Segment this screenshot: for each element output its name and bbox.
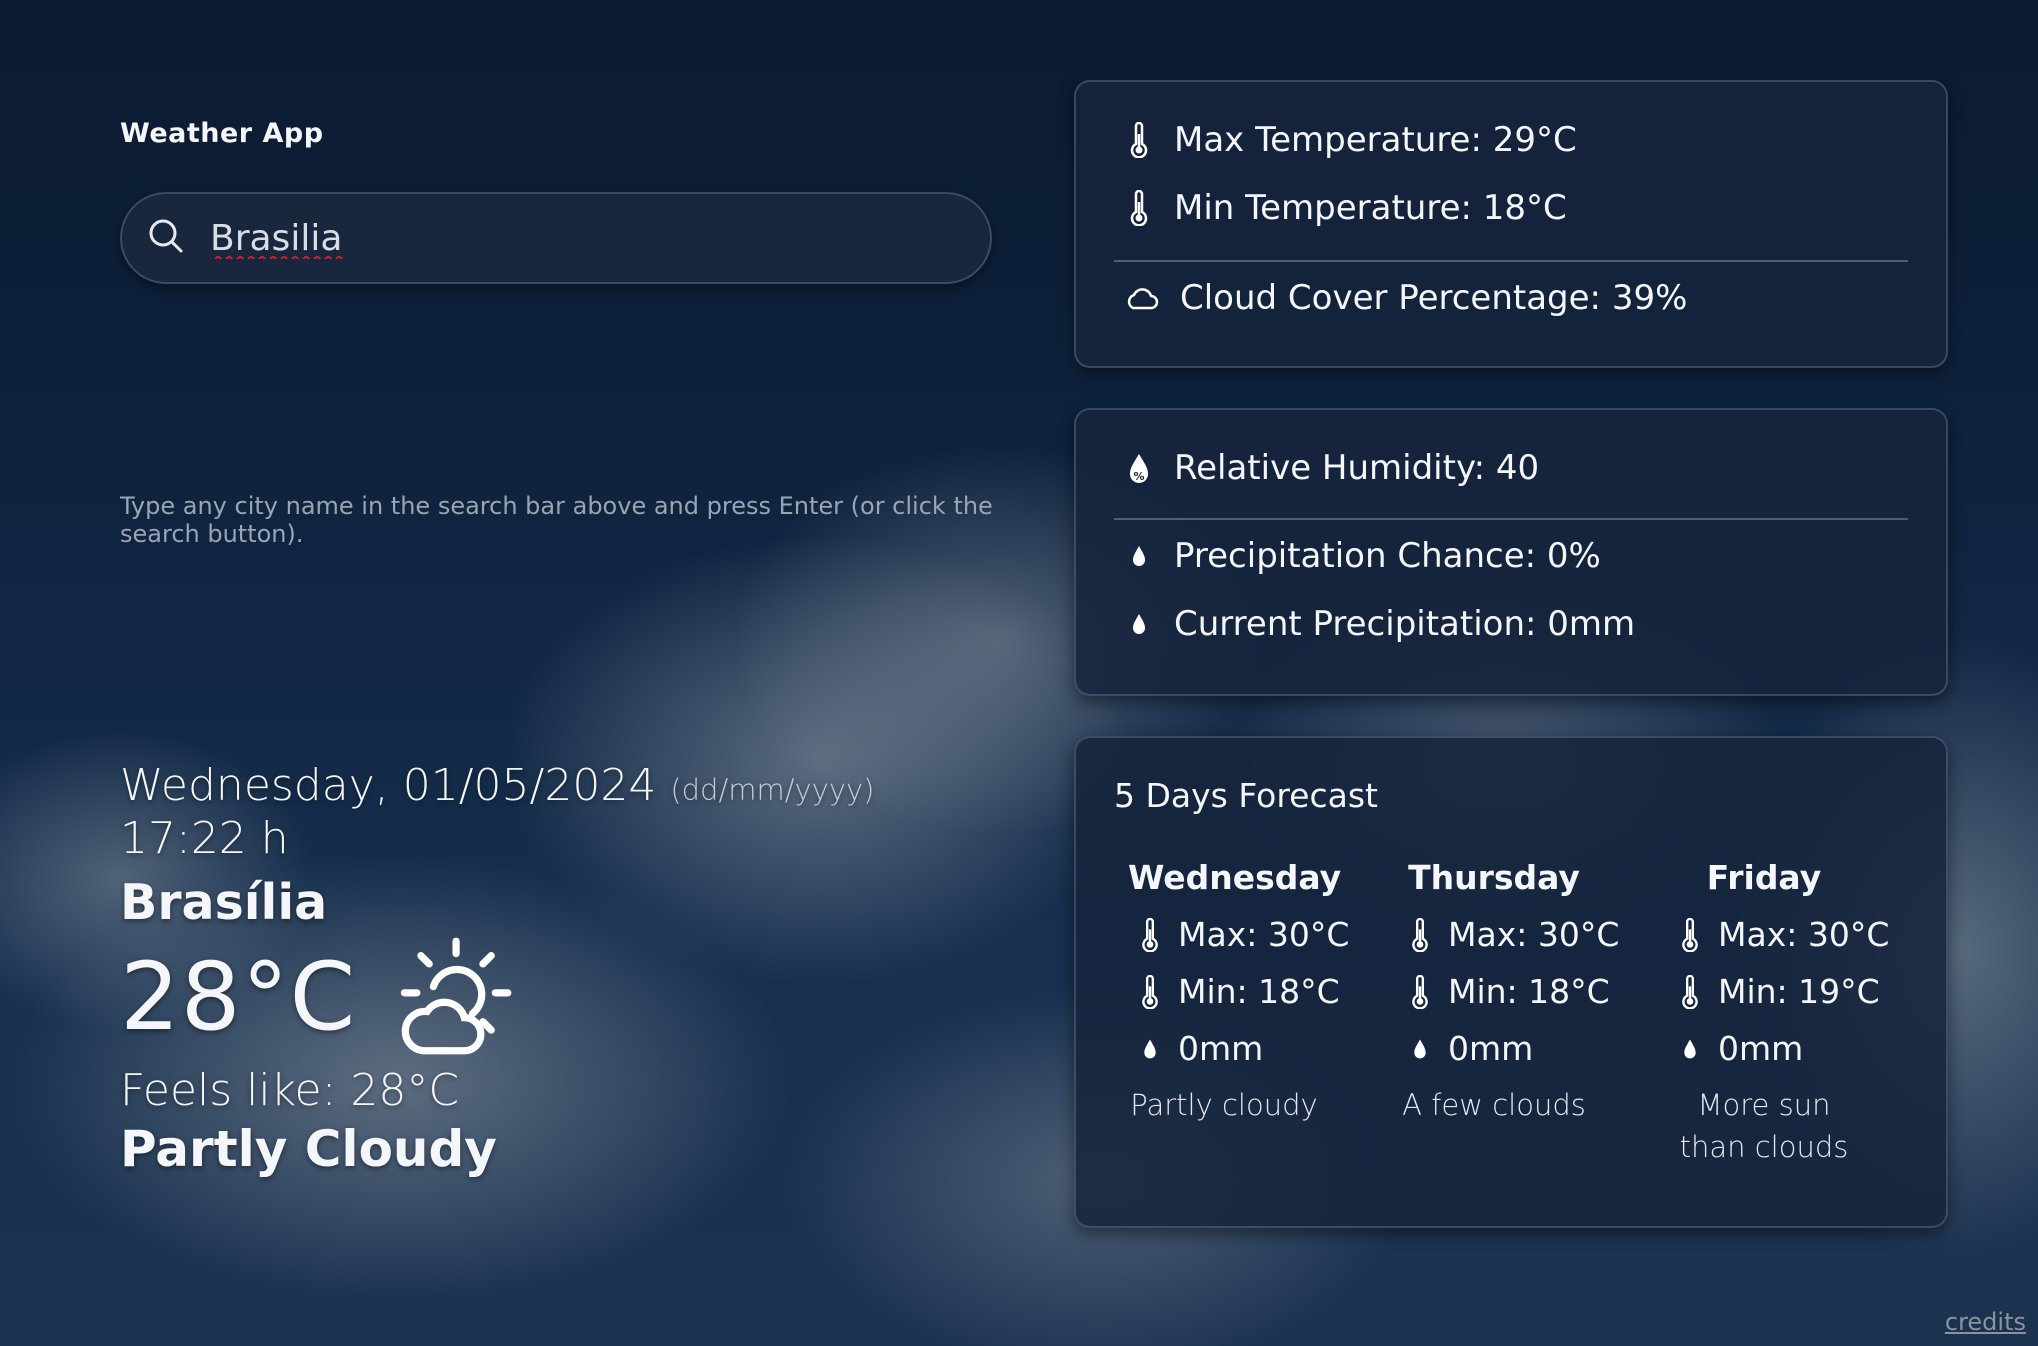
current-precipitation-row: Current Precipitation: 0mm xyxy=(1124,604,1635,644)
feels-like: Feels like: 28°C xyxy=(120,1065,460,1116)
search-icon[interactable] xyxy=(146,216,186,260)
forecast-min: Min: 18°C xyxy=(1448,972,1610,1011)
forecast-max: Max: 30°C xyxy=(1448,915,1620,954)
cloud-icon xyxy=(1127,288,1159,310)
forecast-card: 5 Days Forecast Wednesday Max: 30°C Min:… xyxy=(1074,736,1948,1228)
forecast-min-row: Min: 18°C xyxy=(1138,972,1398,1011)
precipitation-chance-row: Precipitation Chance: 0% xyxy=(1124,536,1601,576)
forecast-min-row: Min: 18°C xyxy=(1408,972,1668,1011)
humidity-icon: % xyxy=(1130,454,1148,483)
forecast-condition: More sun than clouds xyxy=(1679,1088,1849,1164)
forecast-min: Min: 19°C xyxy=(1718,972,1880,1011)
relative-humidity: Relative Humidity: 40 xyxy=(1174,448,1540,488)
precipitation-chance: Precipitation Chance: 0% xyxy=(1174,536,1601,576)
drop-icon xyxy=(1133,546,1145,566)
forecast-day-name: Wednesday xyxy=(1128,858,1342,897)
precipitation-card: % Relative Humidity: 40 Precipitation Ch… xyxy=(1074,408,1948,696)
forecast-precip-row: 0mm xyxy=(1138,1029,1398,1068)
forecast-precip-row: 0mm xyxy=(1678,1029,1938,1068)
drop-icon xyxy=(1144,1039,1156,1058)
divider xyxy=(1114,260,1908,262)
city-name: Brasília xyxy=(120,874,328,931)
forecast-condition: Partly cloudy xyxy=(1130,1088,1318,1122)
forecast-day: Thursday Max: 30°C Min: 18°C 0mm A few c… xyxy=(1398,858,1668,1126)
date-format-hint: (dd/mm/yyyy) xyxy=(670,773,875,807)
weather-description: Partly Cloudy xyxy=(120,1120,497,1178)
cloud-cover-row: Cloud Cover Percentage: 39% xyxy=(1124,278,1687,318)
drop-icon xyxy=(1414,1039,1426,1058)
credits-link[interactable]: credits xyxy=(1945,1308,2026,1336)
forecast-title: 5 Days Forecast xyxy=(1114,776,1378,815)
current-time: 17:22 h xyxy=(120,813,289,864)
forecast-precipitation: 0mm xyxy=(1718,1029,1804,1068)
current-date-line: Wednesday, 01/05/2024 (dd/mm/yyyy) xyxy=(120,760,874,811)
search-hint: Type any city name in the search bar abo… xyxy=(120,492,993,548)
max-temperature-row: Max Temperature: 29°C xyxy=(1124,120,1577,160)
forecast-max: Max: 30°C xyxy=(1178,915,1350,954)
drop-icon xyxy=(1684,1039,1696,1058)
divider xyxy=(1114,518,1908,520)
forecast-max-row: Max: 30°C xyxy=(1678,915,1938,954)
forecast-max: Max: 30°C xyxy=(1718,915,1890,954)
humidity-row: % Relative Humidity: 40 xyxy=(1124,448,1539,488)
current-temperature: 28°C xyxy=(120,942,357,1052)
thermometer-icon xyxy=(1682,974,1698,1009)
thermometer-icon xyxy=(1130,190,1148,226)
min-temperature-row: Min Temperature: 18°C xyxy=(1124,188,1567,228)
current-date: Wednesday, 01/05/2024 xyxy=(120,760,657,811)
drop-icon xyxy=(1133,614,1145,634)
forecast-min-row: Min: 19°C xyxy=(1678,972,1938,1011)
thermometer-icon xyxy=(1142,917,1158,952)
forecast-max-row: Max: 30°C xyxy=(1138,915,1398,954)
forecast-day: Wednesday Max: 30°C Min: 18°C 0mm Partly… xyxy=(1128,858,1398,1126)
forecast-max-row: Max: 30°C xyxy=(1408,915,1668,954)
forecast-min: Min: 18°C xyxy=(1178,972,1340,1011)
forecast-day-name: Friday xyxy=(1706,858,1822,897)
thermometer-icon xyxy=(1682,917,1698,952)
partly-cloudy-icon xyxy=(401,937,512,1055)
forecast-condition: A few clouds xyxy=(1402,1088,1586,1122)
forecast-day: Friday Max: 30°C Min: 19°C 0mm More sun … xyxy=(1668,858,1938,1168)
thermometer-icon xyxy=(1412,974,1428,1009)
current-weather: Wednesday, 01/05/2024 (dd/mm/yyyy) 17:22… xyxy=(120,760,874,1178)
thermometer-icon xyxy=(1142,974,1158,1009)
forecast-day-name: Thursday xyxy=(1408,858,1580,897)
thermometer-icon xyxy=(1412,917,1428,952)
search-input[interactable] xyxy=(208,216,972,260)
min-temperature: Min Temperature: 18°C xyxy=(1174,188,1567,228)
thermometer-icon xyxy=(1130,122,1148,158)
forecast-precipitation: 0mm xyxy=(1448,1029,1534,1068)
max-temperature: Max Temperature: 29°C xyxy=(1174,120,1577,160)
cloud-cover: Cloud Cover Percentage: 39% xyxy=(1180,278,1688,318)
forecast-precipitation: 0mm xyxy=(1178,1029,1264,1068)
app-title: Weather App xyxy=(120,118,324,149)
temperature-card: Max Temperature: 29°C Min Temperature: 1… xyxy=(1074,80,1948,368)
current-precipitation: Current Precipitation: 0mm xyxy=(1174,604,1636,644)
temperature-row: 28°C xyxy=(120,935,874,1059)
search-bar[interactable] xyxy=(120,192,992,284)
svg-text:%: % xyxy=(1133,470,1144,483)
forecast-precip-row: 0mm xyxy=(1408,1029,1668,1068)
